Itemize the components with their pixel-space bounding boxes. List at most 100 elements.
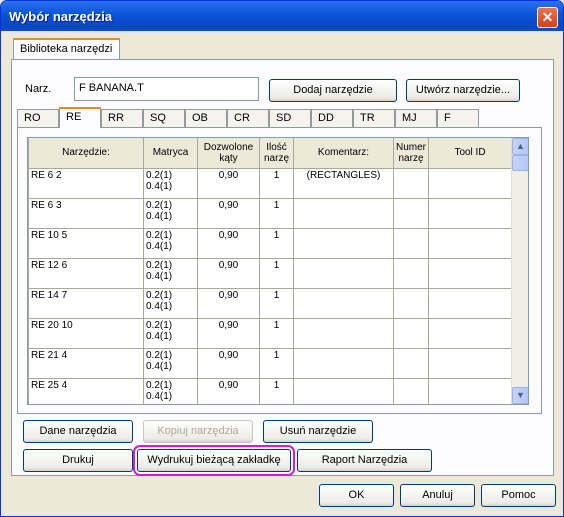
cell-tool-id[interactable] [428,287,512,319]
add-tool-button[interactable]: Dodaj narzędzie [269,79,397,102]
col-header-qty[interactable]: Ilość narzę [259,138,294,169]
tools-grid[interactable]: Narzędzie: Matryca Dozwolone kąty Ilość … [27,137,529,405]
col-header-comment[interactable]: Komentarz: [293,138,394,169]
cell-tool-id[interactable] [428,197,512,229]
cell-qty[interactable]: 1 [259,347,294,379]
table-row[interactable]: RE 6 3 0.2(1) 0.4(1) 0,90 1 [28,197,512,229]
narz-input[interactable]: F BANANA.T [74,77,259,101]
tool-report-button[interactable]: Raport Narzędzia [297,449,432,472]
cell-tool-id[interactable] [428,377,512,404]
cell-angles[interactable]: 0,90 [197,167,260,199]
cell-tool[interactable]: RE 21 4 [28,347,144,379]
create-tool-button[interactable]: Utwórz narzędzie... [406,79,520,102]
col-header-number[interactable]: Numer narzę [393,138,429,169]
cell-comment[interactable] [293,257,394,289]
tab-re[interactable]: RE [59,107,101,128]
cell-number[interactable] [393,377,429,404]
tab-tr[interactable]: TR [353,109,395,128]
cell-comment[interactable] [293,287,394,319]
tab-ro[interactable]: RO [17,109,59,128]
ok-button[interactable]: OK [319,484,394,507]
cell-matrix[interactable]: 0.2(1) 0.4(1) [143,227,198,259]
tab-f[interactable]: F [437,109,479,128]
cell-tool[interactable]: RE 20 10 [28,317,144,349]
table-row[interactable]: RE 6 2 0.2(1) 0.4(1) 0,90 1 (RECTANGLES) [28,167,512,199]
scroll-thumb[interactable] [512,155,528,171]
table-row[interactable]: RE 21 4 0.2(1) 0.4(1) 0,90 1 [28,347,512,379]
tool-details-button[interactable]: Dane narzędzia [23,420,133,443]
cell-matrix[interactable]: 0.2(1) 0.4(1) [143,167,198,199]
delete-tool-button[interactable]: Usuń narzędzie [263,420,373,443]
scroll-down-icon[interactable]: ▼ [512,387,528,404]
cell-qty[interactable]: 1 [259,377,294,404]
tab-mj[interactable]: MJ [395,109,437,128]
cell-angles[interactable]: 0,90 [197,377,260,404]
cell-number[interactable] [393,167,429,199]
scroll-up-icon[interactable]: ▲ [512,138,528,155]
cell-tool[interactable]: RE 6 3 [28,197,144,229]
cell-angles[interactable]: 0,90 [197,287,260,319]
cell-tool-id[interactable] [428,227,512,259]
cell-angles[interactable]: 0,90 [197,227,260,259]
close-button[interactable]: ✕ [537,7,558,28]
cell-angles[interactable]: 0,90 [197,347,260,379]
cell-tool-id[interactable] [428,167,512,199]
cell-qty[interactable]: 1 [259,317,294,349]
cell-comment[interactable]: (RECTANGLES) [293,167,394,199]
tab-rr[interactable]: RR [101,109,143,128]
cell-comment[interactable] [293,317,394,349]
cell-comment[interactable] [293,227,394,259]
cell-number[interactable] [393,197,429,229]
table-row[interactable]: RE 20 10 0.2(1) 0.4(1) 0,90 1 [28,317,512,349]
table-row[interactable]: RE 12 6 0.2(1) 0.4(1) 0,90 1 [28,257,512,289]
cell-tool[interactable]: RE 12 6 [28,257,144,289]
cell-qty[interactable]: 1 [259,197,294,229]
copy-tool-button[interactable]: Kopiuj narzędzia [143,420,253,443]
cell-tool[interactable]: RE 14 7 [28,287,144,319]
cell-matrix[interactable]: 0.2(1) 0.4(1) [143,347,198,379]
cell-tool-id[interactable] [428,257,512,289]
help-button[interactable]: Pomoc [481,484,556,507]
cell-matrix[interactable]: 0.2(1) 0.4(1) [143,317,198,349]
cell-angles[interactable]: 0,90 [197,197,260,229]
cell-tool[interactable]: RE 25 4 [28,377,144,404]
cell-matrix[interactable]: 0.2(1) 0.4(1) [143,377,198,404]
cell-number[interactable] [393,347,429,379]
col-header-angles[interactable]: Dozwolone kąty [197,138,260,169]
table-row[interactable]: RE 10 5 0.2(1) 0.4(1) 0,90 1 [28,227,512,259]
cell-comment[interactable] [293,347,394,379]
vertical-scrollbar[interactable]: ▲ ▼ [511,138,528,404]
cell-qty[interactable]: 1 [259,287,294,319]
cell-number[interactable] [393,287,429,319]
table-row[interactable]: RE 25 4 0.2(1) 0.4(1) 0,90 1 [28,377,512,404]
cell-number[interactable] [393,257,429,289]
cell-angles[interactable]: 0,90 [197,257,260,289]
cell-tool-id[interactable] [428,347,512,379]
cancel-button[interactable]: Anuluj [400,484,475,507]
cell-tool[interactable]: RE 6 2 [28,167,144,199]
print-current-tab-button[interactable]: Wydrukuj bieżącą zakładkę [133,445,295,476]
tab-cr[interactable]: CR [227,109,269,128]
tab-tool-library[interactable]: Biblioteka narzędzi [13,38,120,60]
tab-dd[interactable]: DD [311,109,353,128]
cell-qty[interactable]: 1 [259,257,294,289]
col-header-matrix[interactable]: Matryca [143,138,198,169]
cell-tool[interactable]: RE 10 5 [28,227,144,259]
cell-number[interactable] [393,317,429,349]
cell-matrix[interactable]: 0.2(1) 0.4(1) [143,257,198,289]
tab-sd[interactable]: SD [269,109,311,128]
col-header-tool-id[interactable]: Tool ID [428,138,512,169]
cell-matrix[interactable]: 0.2(1) 0.4(1) [143,197,198,229]
cell-number[interactable] [393,227,429,259]
print-button[interactable]: Drukuj [23,449,133,472]
cell-comment[interactable] [293,377,394,404]
cell-angles[interactable]: 0,90 [197,317,260,349]
tab-sq[interactable]: SQ [143,109,185,128]
table-row[interactable]: RE 14 7 0.2(1) 0.4(1) 0,90 1 [28,287,512,319]
cell-qty[interactable]: 1 [259,227,294,259]
col-header-tool[interactable]: Narzędzie: [28,138,144,169]
cell-matrix[interactable]: 0.2(1) 0.4(1) [143,287,198,319]
tab-ob[interactable]: OB [185,109,227,128]
cell-comment[interactable] [293,197,394,229]
cell-tool-id[interactable] [428,317,512,349]
